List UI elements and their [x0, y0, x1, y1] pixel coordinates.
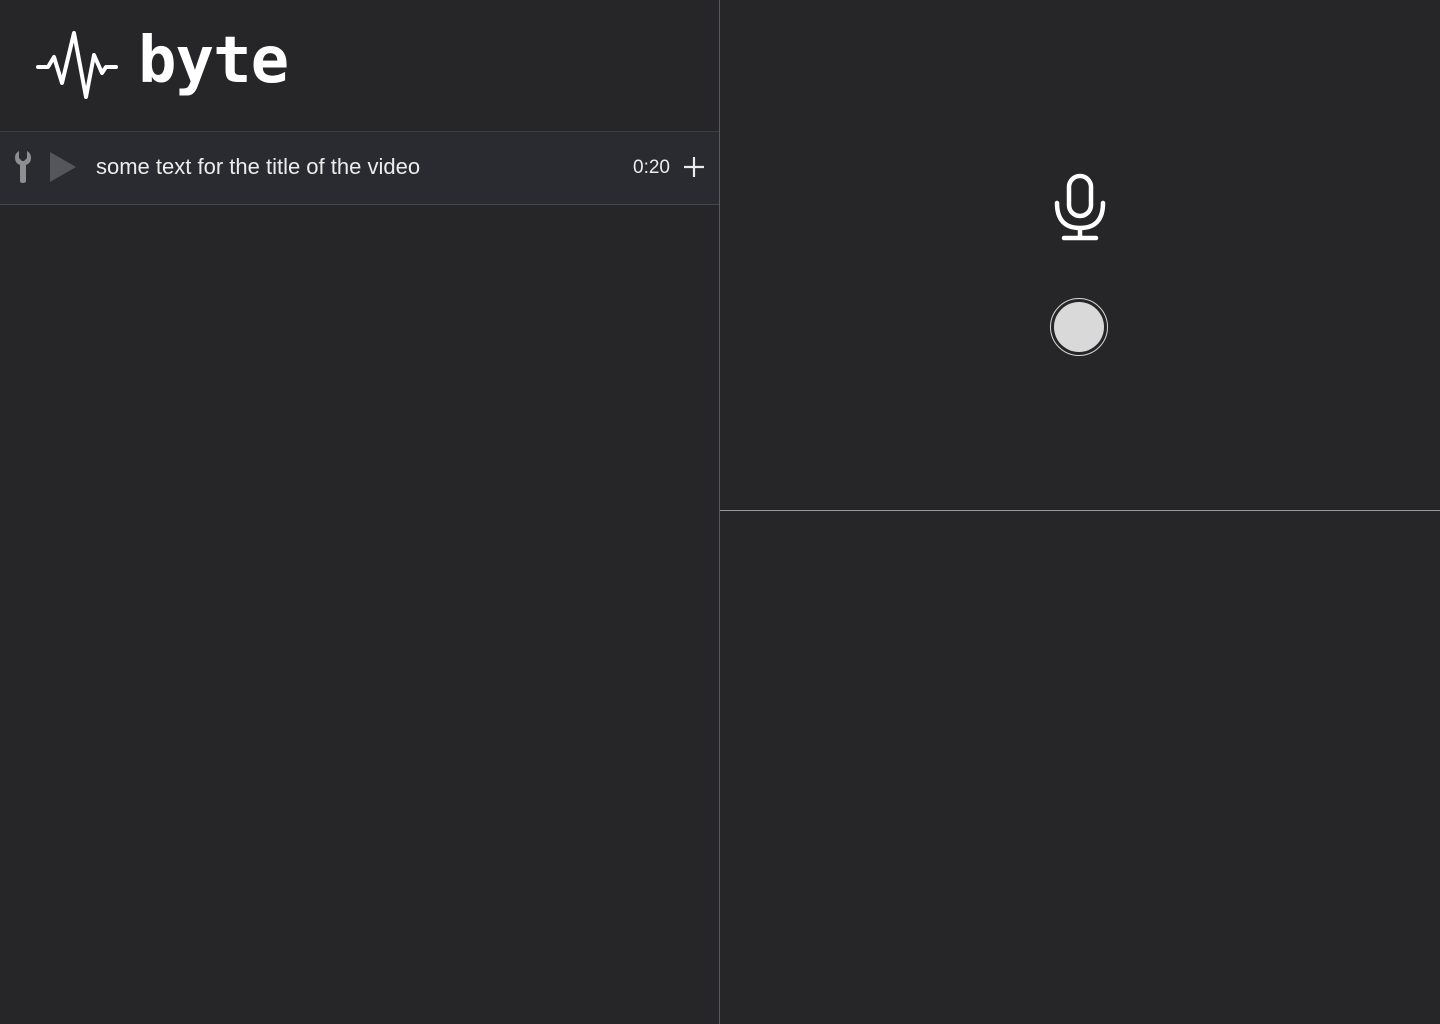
preview-area [720, 511, 1440, 1024]
microphone-icon[interactable] [1052, 172, 1108, 242]
video-list-item[interactable]: some text for the title of the video 0:2… [0, 132, 719, 205]
logo-text: byte [138, 24, 289, 98]
record-button-fill [1054, 302, 1104, 352]
app-window: byte some text for the title of the vide… [0, 0, 1440, 1024]
left-pane: byte some text for the title of the vide… [0, 0, 720, 1024]
logo: byte [36, 24, 289, 102]
header: byte [0, 0, 719, 132]
right-pane [720, 0, 1440, 1024]
video-title[interactable]: some text for the title of the video [96, 154, 420, 180]
record-button[interactable] [1050, 298, 1108, 356]
plus-icon[interactable] [683, 156, 705, 178]
waveform-icon [36, 31, 118, 99]
wrench-icon[interactable] [13, 150, 33, 184]
recorder-panel [720, 0, 1440, 511]
play-icon[interactable] [48, 152, 78, 182]
video-duration: 0:20 [633, 157, 670, 178]
